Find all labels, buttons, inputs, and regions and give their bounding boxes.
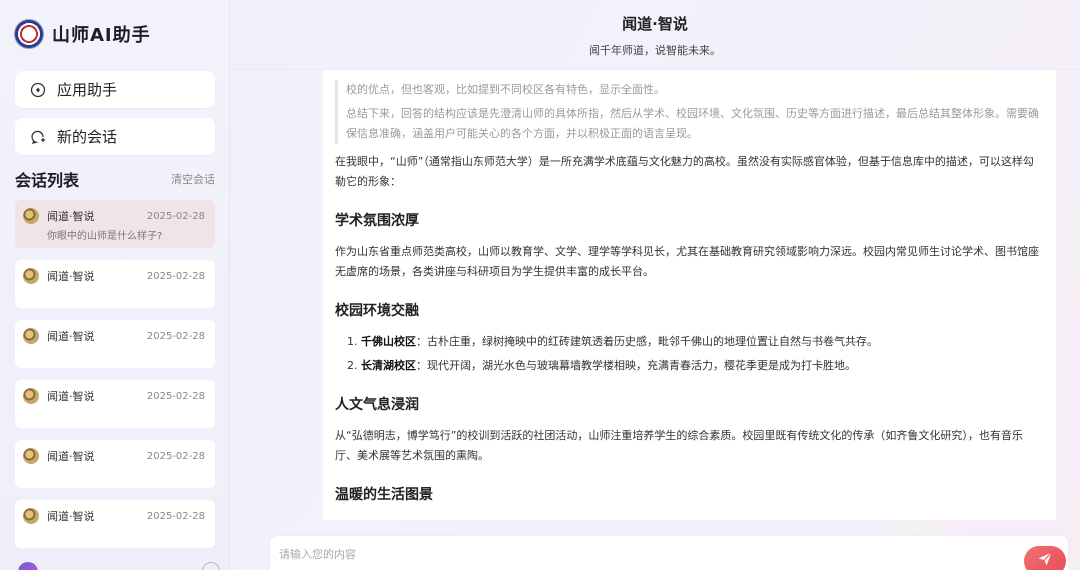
list-item: 2. 长清湖校区：现代开阔，湖光水色与玻璃幕墙教学楼相映，充满青春活力，樱花季更… [347, 356, 1044, 376]
campus-desc: ：现代开阔，湖光水色与玻璃幕墙教学楼相映，充满青春活力，樱花季更是成为打卡胜地。 [416, 359, 856, 372]
bot-avatar-icon [23, 448, 39, 464]
chat-plus-icon [29, 128, 47, 146]
campus-list: 1. 千佛山校区：古朴庄重，绿树掩映中的红砖建筑透着历史感，毗邻千佛山的地理位置… [323, 332, 1056, 376]
chat-subtitle: 闻千年师道，说智能未来。 [589, 44, 721, 57]
conversation-date: 2025-02-28 [146, 210, 205, 222]
bot-avatar-icon [23, 268, 39, 284]
settings-icon[interactable] [202, 562, 220, 570]
campus-name: 千佛山校区 [361, 335, 416, 348]
user-avatar[interactable] [18, 562, 38, 570]
app-name: 山师AI助手 [52, 25, 151, 46]
new-chat-button[interactable]: 新的会话 [15, 118, 215, 155]
chat-header: 闻道·智说 闻千年师道，说智能未来。 [230, 0, 1080, 70]
message-input-box [269, 535, 1069, 570]
section-heading: 温暖的生活图景 [335, 487, 433, 503]
sidebar: 山师AI助手 应用助手 新的会话 会话列表 清空会话 闻道·智说 2025-02… [0, 0, 230, 570]
bot-avatar-icon [23, 208, 39, 224]
assistant-button[interactable]: 应用助手 [15, 71, 215, 108]
brand: 山师AI助手 [14, 18, 151, 50]
thinking-block: 校的优点，但也客观，比如提到不同校区各有特色，显示全面性。 总结下来，回答的结构… [335, 80, 1044, 144]
section-heading: 校园环境交融 [335, 303, 419, 319]
new-chat-label: 新的会话 [57, 128, 118, 146]
list-number: 1. [347, 335, 358, 348]
conversation-name: 闻道·智说 [47, 210, 95, 223]
send-button[interactable] [1024, 546, 1066, 570]
conversation-name: 闻道·智说 [47, 450, 95, 463]
conversation-preview: 你眼中的山师是什么样子? [47, 231, 163, 242]
conversation-date: 2025-02-28 [146, 330, 205, 342]
compass-icon [29, 81, 47, 99]
conversation-name: 闻道·智说 [47, 390, 95, 403]
conversation-name: 闻道·智说 [47, 510, 95, 523]
conversation-item[interactable]: 闻道·智说 2025-02-28 [15, 380, 215, 428]
conversation-item[interactable]: 闻道·智说 2025-02-28 你眼中的山师是什么样子? [15, 200, 215, 248]
message-input[interactable] [279, 539, 979, 569]
conversation-item[interactable]: 闻道·智说 2025-02-28 [15, 320, 215, 368]
conversation-date: 2025-02-28 [146, 270, 205, 282]
assistant-label: 应用助手 [57, 81, 118, 99]
conversation-date: 2025-02-28 [146, 390, 205, 402]
conversation-date: 2025-02-28 [146, 450, 205, 462]
bot-avatar-icon [23, 328, 39, 344]
assistant-message: 校的优点，但也客观，比如提到不同校区各有特色，显示全面性。 总结下来，回答的结构… [323, 70, 1056, 520]
section-text: 从“弘德明志，博学笃行”的校训到活跃的社团活动，山师注重培养学生的综合素质。校园… [335, 429, 1023, 462]
conversation-item[interactable]: 闻道·智说 2025-02-28 [15, 500, 215, 548]
thinking-paragraph: 校的优点，但也客观，比如提到不同校区各有特色，显示全面性。 [346, 83, 665, 96]
section-heading: 学术氛围浓厚 [335, 213, 419, 229]
paper-plane-icon [1037, 551, 1053, 570]
bot-avatar-icon [23, 388, 39, 404]
conversation-name: 闻道·智说 [47, 330, 95, 343]
section-heading: 人文气息浸润 [335, 397, 419, 413]
conversation-date: 2025-02-28 [146, 510, 205, 522]
list-number: 2. [347, 359, 358, 372]
answer-intro: 在我眼中，“山师”（通常指山东师范大学）是一所充满学术底蕴与文化魅力的高校。虽然… [335, 155, 1034, 188]
list-item: 1. 千佛山校区：古朴庄重，绿树掩映中的红砖建筑透着历史感，毗邻千佛山的地理位置… [347, 332, 1044, 352]
bot-avatar-icon [23, 508, 39, 524]
conversation-list-header: 会话列表 清空会话 [15, 167, 215, 191]
clear-conversations-button[interactable]: 清空会话 [171, 171, 215, 187]
conversation-list-title: 会话列表 [15, 171, 80, 190]
conversation-item[interactable]: 闻道·智说 2025-02-28 [15, 440, 215, 488]
section-text: 作为山东省重点师范类高校，山师以教育学、文学、理学等学科见长，尤其在基础教育研究… [335, 245, 1039, 278]
thinking-paragraph: 总结下来，回答的结构应该是先澄清山师的具体所指，然后从学术、校园环境、文化氛围、… [346, 107, 1039, 140]
campus-desc: ：古朴庄重，绿树掩映中的红砖建筑透着历史感，毗邻千佛山的地理位置让自然与书卷气共… [416, 335, 878, 348]
chat-title: 闻道·智说 [622, 15, 688, 33]
conversation-name: 闻道·智说 [47, 270, 95, 283]
campus-name: 长清湖校区 [361, 359, 416, 372]
university-logo-icon [14, 19, 44, 49]
conversation-item[interactable]: 闻道·智说 2025-02-28 [15, 260, 215, 308]
